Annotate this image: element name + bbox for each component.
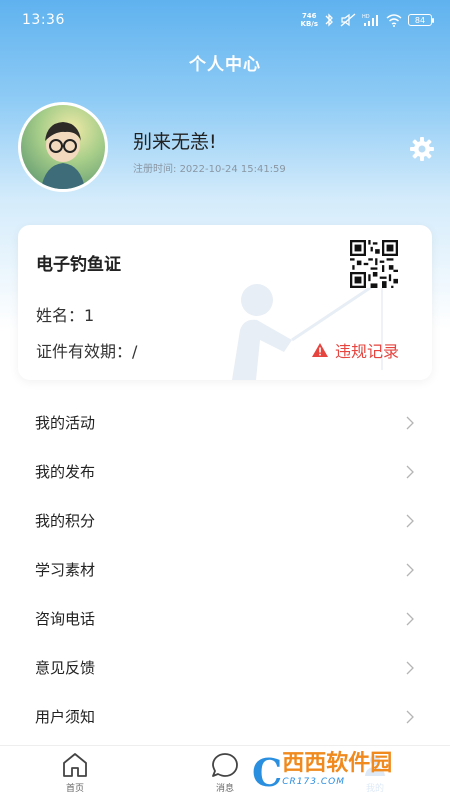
avatar-image (41, 122, 85, 189)
message-icon (212, 753, 238, 777)
site-watermark-logo: C 西西软件园 CR173.COM (252, 752, 442, 794)
battery-indicator: 84 (408, 14, 434, 26)
chevron-right-icon (406, 612, 414, 626)
license-validity: 证件有效期：/ (36, 342, 138, 361)
tab-home[interactable]: 首页 (25, 752, 125, 794)
license-holder-name: 姓名：1 (36, 306, 95, 325)
menu-item-feedback[interactable]: 意见反馈 (0, 643, 450, 692)
chevron-right-icon (406, 710, 414, 724)
fishing-license-card[interactable]: 电子钓鱼证 姓名：1 证件有效期：/ 违规记录 (18, 225, 432, 380)
menu-item-label: 我的积分 (35, 512, 96, 530)
chevron-right-icon (406, 465, 414, 479)
menu-item-label: 我的活动 (35, 414, 96, 432)
menu-item-my-posts[interactable]: 我的发布 (0, 447, 450, 496)
tab-home-label: 首页 (65, 784, 84, 794)
network-speed-unit: KB/s (300, 20, 318, 28)
greeting-text: 别来无恙! (133, 131, 217, 153)
menu-item-label: 意见反馈 (35, 659, 96, 677)
status-icons: 746 KB/s HD 84 (301, 12, 434, 28)
wifi-icon (386, 13, 402, 27)
signal-icon: HD (362, 13, 380, 27)
registration-info: 注册时间: 2022-10-24 15:41:59 (133, 160, 286, 175)
violation-record-link[interactable]: 违规记录 (311, 338, 399, 362)
tab-messages-label: 消息 (215, 784, 234, 794)
chevron-right-icon (406, 416, 414, 430)
warning-icon (311, 343, 328, 357)
violation-label: 违规记录 (334, 342, 399, 361)
page-title: 个人中心 (189, 55, 261, 75)
menu-item-my-activities[interactable]: 我的活动 (0, 398, 450, 447)
registration-time: 2022-10-24 15:41:59 (179, 164, 286, 175)
chevron-right-icon (406, 661, 414, 675)
menu-item-label: 我的发布 (35, 463, 96, 481)
bluetooth-icon (324, 13, 334, 27)
status-time: 13:36 (22, 12, 65, 28)
hd-label: HD (362, 14, 370, 20)
menu-item-hotline[interactable]: 咨询电话 (0, 594, 450, 643)
avatar[interactable] (18, 102, 108, 192)
status-bar: 13:36 746 KB/s HD 84 (0, 0, 450, 40)
mute-icon (340, 13, 356, 27)
menu-item-study-materials[interactable]: 学习素材 (0, 545, 450, 594)
menu-list: 我的活动 我的发布 我的积分 学习素材 咨询电话 意见反馈 用户须知 (0, 398, 450, 741)
registration-label: 注册时间: (133, 164, 177, 175)
watermark-main: 西西软件园 (282, 751, 393, 776)
menu-item-my-points[interactable]: 我的积分 (0, 496, 450, 545)
qr-code[interactable] (350, 240, 398, 288)
home-icon (63, 753, 87, 777)
watermark-sub: CR173.COM (282, 777, 345, 787)
menu-item-label: 学习素材 (35, 561, 96, 579)
settings-button[interactable] (408, 135, 436, 163)
menu-item-label: 用户须知 (35, 708, 96, 726)
chevron-right-icon (406, 563, 414, 577)
gear-icon (410, 137, 434, 161)
menu-item-user-notice[interactable]: 用户须知 (0, 692, 450, 741)
watermark-text: 西西软件园 CR173.COM (282, 751, 393, 791)
chevron-right-icon (406, 514, 414, 528)
watermark-c-icon: C (252, 750, 283, 795)
license-title: 电子钓鱼证 (36, 255, 121, 275)
network-speed: 746 KB/s (301, 12, 318, 28)
menu-item-label: 咨询电话 (35, 610, 96, 628)
network-speed-value: 746 (301, 12, 317, 20)
